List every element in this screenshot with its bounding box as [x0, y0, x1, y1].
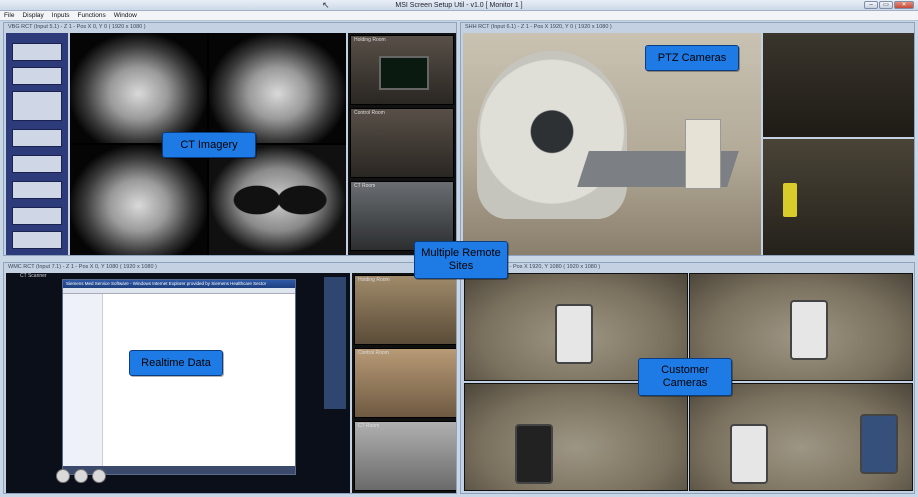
window-titlebar: MSI Screen Setup Util - v1.0 [ Monitor 1…	[0, 0, 918, 11]
room-caption: CT Room	[354, 183, 376, 189]
supply-cart-image	[685, 119, 721, 189]
ct-thumbnail	[12, 207, 62, 225]
ct-slice-image	[70, 33, 207, 143]
console-round-button	[74, 469, 88, 483]
shh-input-label: SHH RCT (Input 6.1) - Z 1 - Pos X 1920, …	[465, 24, 612, 30]
hospital-bed-image	[555, 304, 593, 364]
customer-camera-feed	[689, 383, 913, 491]
wmc-input-pane[interactable]: WMC RCT (Input 7.1) - Z 1 - Pos X 0, Y 1…	[3, 262, 457, 494]
hospital-bed-image	[860, 414, 898, 474]
ct-lung-slice-image	[209, 145, 346, 255]
holding-room-feed: Holding Room	[350, 35, 454, 105]
ct-room-feed: CT Room	[354, 421, 456, 491]
window-controls: – ▭ ✕	[864, 1, 914, 9]
customer-camera-feed	[464, 383, 688, 491]
ct-thumbnail	[12, 67, 62, 85]
multiple-remote-sites-callout: Multiple Remote Sites	[414, 241, 508, 279]
close-button[interactable]: ✕	[894, 1, 914, 9]
console-round-buttons	[56, 469, 106, 483]
control-room-feed: Control Room	[350, 108, 454, 178]
service-window-title: Siemens Med Service Software - Windows I…	[63, 280, 295, 288]
room-caption: Holding Room	[358, 277, 390, 283]
wmc-room-cameras: Holding Room Control Room CT Room	[352, 273, 456, 493]
ct-slice-image	[209, 33, 346, 143]
menu-bar: File Display Inputs Functions Window	[0, 11, 918, 21]
window-title: MSI Screen Setup Util - v1.0 [ Monitor 1…	[395, 2, 523, 9]
hospital-bed-image	[790, 300, 828, 360]
menu-window[interactable]: Window	[110, 11, 141, 20]
menu-display[interactable]: Display	[18, 11, 47, 20]
ct-thumbnail	[12, 43, 62, 61]
console-side-tabs	[324, 277, 346, 409]
vbg-room-cameras: Holding Room Control Room CT Room	[348, 33, 456, 255]
console-round-button	[56, 469, 70, 483]
ct-thumbnail	[12, 155, 62, 173]
ct-thumbnail	[12, 231, 62, 249]
ptz-camera-feed-bottom	[763, 139, 914, 255]
service-window-nav	[63, 294, 103, 466]
console-round-button	[92, 469, 106, 483]
ptz-cameras-callout: PTZ Cameras	[645, 45, 739, 71]
wmc-input-label: WMC RCT (Input 7.1) - Z 1 - Pos X 0, Y 1…	[8, 264, 157, 270]
ct-slice-image	[70, 145, 207, 255]
menu-functions[interactable]: Functions	[74, 11, 110, 20]
minimize-button[interactable]: –	[864, 1, 878, 9]
ct-gantry-image	[477, 51, 627, 219]
room-caption: Control Room	[358, 350, 389, 356]
realtime-data-callout: Realtime Data	[129, 350, 223, 376]
ct-imagery-callout: CT Imagery	[162, 132, 256, 158]
menu-inputs[interactable]: Inputs	[48, 11, 74, 20]
customer-cameras-callout: Customer Cameras	[638, 358, 732, 396]
ct-thumbnail	[12, 91, 62, 121]
ptz-camera-feed-top	[763, 33, 914, 137]
room-caption: CT Room	[358, 423, 380, 429]
ct-workstation-sidebar	[6, 33, 68, 255]
mouse-cursor-icon: ↖	[322, 0, 330, 10]
room-caption: Holding Room	[354, 37, 386, 43]
ct-scanner-console: CT Scanner Siemens Med Service Software …	[6, 273, 350, 493]
hospital-bed-image	[515, 424, 553, 484]
holding-room-feed: Holding Room	[354, 275, 456, 345]
maximize-button[interactable]: ▭	[879, 1, 893, 9]
service-software-window[interactable]: Siemens Med Service Software - Windows I…	[62, 279, 296, 475]
control-room-feed: Control Room	[354, 348, 456, 418]
patient-monitor-image	[379, 56, 429, 90]
room-caption: Control Room	[354, 110, 385, 116]
menu-file[interactable]: File	[0, 11, 18, 20]
vbg-input-label: VBG RCT (Input 5.1) - Z 1 - Pos X 0, Y 0…	[8, 24, 146, 30]
ct-scanner-header: CT Scanner	[20, 273, 47, 279]
ct-thumbnail	[12, 181, 62, 199]
ct-thumbnail	[12, 129, 62, 147]
hospital-bed-image	[730, 424, 768, 484]
yellow-bin-image	[783, 183, 797, 217]
